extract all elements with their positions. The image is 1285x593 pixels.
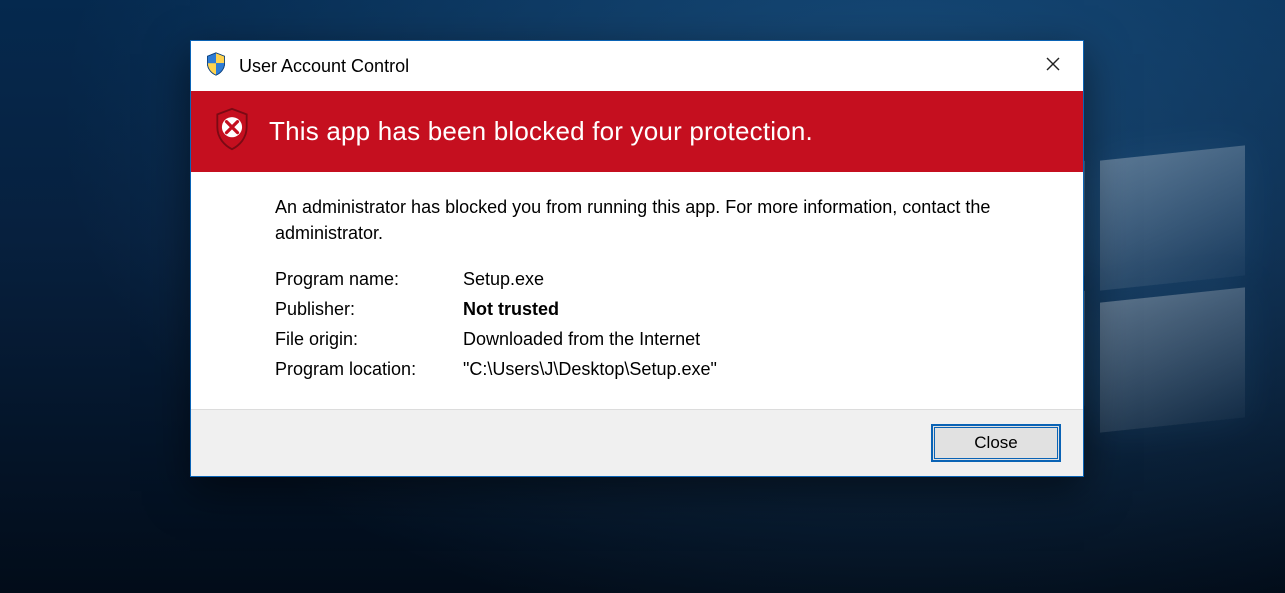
program-name-value: Setup.exe — [463, 264, 725, 294]
dialog-title: User Account Control — [239, 56, 409, 77]
uac-dialog: User Account Control This app has been b… — [190, 40, 1084, 477]
dialog-content: An administrator has blocked you from ru… — [191, 172, 1083, 409]
program-name-label: Program name: — [275, 264, 463, 294]
alert-message: An administrator has blocked you from ru… — [275, 194, 1043, 246]
detail-row-program-name: Program name: Setup.exe — [275, 264, 725, 294]
close-icon — [1045, 56, 1061, 77]
publisher-value: Not trusted — [463, 294, 725, 324]
uac-shield-icon — [205, 52, 227, 81]
blocked-shield-icon — [213, 107, 251, 156]
close-button[interactable]: Close — [931, 424, 1061, 462]
titlebar-close-button[interactable] — [1027, 46, 1079, 86]
detail-row-program-location: Program location: "C:\Users\J\Desktop\Se… — [275, 354, 725, 384]
program-location-value: "C:\Users\J\Desktop\Setup.exe" — [463, 354, 725, 384]
titlebar: User Account Control — [191, 41, 1083, 91]
publisher-label: Publisher: — [275, 294, 463, 324]
program-location-label: Program location: — [275, 354, 463, 384]
file-origin-label: File origin: — [275, 324, 463, 354]
detail-row-publisher: Publisher: Not trusted — [275, 294, 725, 324]
detail-row-file-origin: File origin: Downloaded from the Interne… — [275, 324, 725, 354]
alert-headline: This app has been blocked for your prote… — [269, 116, 813, 147]
alert-banner: This app has been blocked for your prote… — [191, 91, 1083, 172]
file-origin-value: Downloaded from the Internet — [463, 324, 725, 354]
details-table: Program name: Setup.exe Publisher: Not t… — [275, 264, 725, 384]
dialog-footer: Close — [191, 409, 1083, 476]
